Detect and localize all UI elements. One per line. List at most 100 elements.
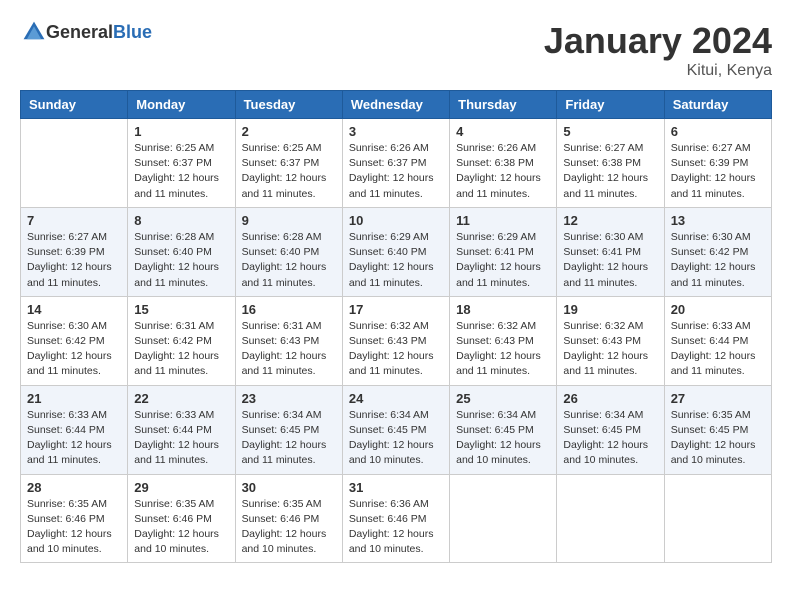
day-info: Sunrise: 6:35 AM Sunset: 6:46 PM Dayligh… [134,497,228,558]
table-row: 13 Sunrise: 6:30 AM Sunset: 6:42 PM Dayl… [664,207,771,296]
daylight-text: Daylight: 12 hours and 11 minutes. [563,261,648,288]
day-info: Sunrise: 6:26 AM Sunset: 6:38 PM Dayligh… [456,141,550,202]
daylight-text: Daylight: 12 hours and 11 minutes. [134,439,219,466]
day-number: 16 [242,302,336,317]
day-info: Sunrise: 6:35 AM Sunset: 6:45 PM Dayligh… [671,408,765,469]
sunset-text: Sunset: 6:44 PM [134,424,212,436]
day-number: 30 [242,480,336,495]
daylight-text: Daylight: 12 hours and 11 minutes. [563,172,648,199]
day-number: 21 [27,391,121,406]
col-friday: Friday [557,91,664,119]
daylight-text: Daylight: 12 hours and 11 minutes. [134,350,219,377]
sunrise-text: Sunrise: 6:30 AM [563,231,643,243]
day-number: 8 [134,213,228,228]
table-row: 23 Sunrise: 6:34 AM Sunset: 6:45 PM Dayl… [235,385,342,474]
daylight-text: Daylight: 12 hours and 11 minutes. [349,172,434,199]
col-monday: Monday [128,91,235,119]
day-number: 23 [242,391,336,406]
page-header: GeneralBlue January 2024 Kitui, Kenya [20,20,772,80]
daylight-text: Daylight: 12 hours and 10 minutes. [134,528,219,555]
sunrise-text: Sunrise: 6:34 AM [349,409,429,421]
day-info: Sunrise: 6:29 AM Sunset: 6:41 PM Dayligh… [456,230,550,291]
daylight-text: Daylight: 12 hours and 10 minutes. [456,439,541,466]
daylight-text: Daylight: 12 hours and 11 minutes. [27,439,112,466]
day-info: Sunrise: 6:28 AM Sunset: 6:40 PM Dayligh… [242,230,336,291]
table-row: 7 Sunrise: 6:27 AM Sunset: 6:39 PM Dayli… [21,207,128,296]
daylight-text: Daylight: 12 hours and 11 minutes. [134,172,219,199]
table-row: 16 Sunrise: 6:31 AM Sunset: 6:43 PM Dayl… [235,296,342,385]
table-row [21,119,128,208]
day-number: 27 [671,391,765,406]
day-info: Sunrise: 6:30 AM Sunset: 6:42 PM Dayligh… [671,230,765,291]
table-row: 14 Sunrise: 6:30 AM Sunset: 6:42 PM Dayl… [21,296,128,385]
table-row: 5 Sunrise: 6:27 AM Sunset: 6:38 PM Dayli… [557,119,664,208]
sunset-text: Sunset: 6:46 PM [242,513,320,525]
table-row: 19 Sunrise: 6:32 AM Sunset: 6:43 PM Dayl… [557,296,664,385]
calendar-week-1: 7 Sunrise: 6:27 AM Sunset: 6:39 PM Dayli… [21,207,772,296]
daylight-text: Daylight: 12 hours and 10 minutes. [349,439,434,466]
day-info: Sunrise: 6:34 AM Sunset: 6:45 PM Dayligh… [563,408,657,469]
table-row: 22 Sunrise: 6:33 AM Sunset: 6:44 PM Dayl… [128,385,235,474]
sunset-text: Sunset: 6:38 PM [456,157,534,169]
sunset-text: Sunset: 6:45 PM [349,424,427,436]
daylight-text: Daylight: 12 hours and 11 minutes. [27,350,112,377]
sunrise-text: Sunrise: 6:31 AM [134,320,214,332]
day-number: 5 [563,124,657,139]
sunrise-text: Sunrise: 6:32 AM [563,320,643,332]
sunset-text: Sunset: 6:40 PM [349,246,427,258]
daylight-text: Daylight: 12 hours and 11 minutes. [671,261,756,288]
day-info: Sunrise: 6:32 AM Sunset: 6:43 PM Dayligh… [563,319,657,380]
daylight-text: Daylight: 12 hours and 11 minutes. [27,261,112,288]
sunset-text: Sunset: 6:43 PM [563,335,641,347]
logo-general: General [46,22,113,42]
day-number: 15 [134,302,228,317]
day-info: Sunrise: 6:36 AM Sunset: 6:46 PM Dayligh… [349,497,443,558]
table-row: 11 Sunrise: 6:29 AM Sunset: 6:41 PM Dayl… [450,207,557,296]
sunrise-text: Sunrise: 6:29 AM [456,231,536,243]
sunset-text: Sunset: 6:39 PM [27,246,105,258]
daylight-text: Daylight: 12 hours and 10 minutes. [671,439,756,466]
sunset-text: Sunset: 6:42 PM [671,246,749,258]
table-row: 10 Sunrise: 6:29 AM Sunset: 6:40 PM Dayl… [342,207,449,296]
sunrise-text: Sunrise: 6:33 AM [27,409,107,421]
sunset-text: Sunset: 6:43 PM [456,335,534,347]
daylight-text: Daylight: 12 hours and 10 minutes. [242,528,327,555]
daylight-text: Daylight: 12 hours and 11 minutes. [349,350,434,377]
table-row: 27 Sunrise: 6:35 AM Sunset: 6:45 PM Dayl… [664,385,771,474]
day-number: 29 [134,480,228,495]
table-row: 3 Sunrise: 6:26 AM Sunset: 6:37 PM Dayli… [342,119,449,208]
day-number: 31 [349,480,443,495]
day-number: 12 [563,213,657,228]
day-info: Sunrise: 6:28 AM Sunset: 6:40 PM Dayligh… [134,230,228,291]
sunrise-text: Sunrise: 6:30 AM [671,231,751,243]
day-info: Sunrise: 6:29 AM Sunset: 6:40 PM Dayligh… [349,230,443,291]
sunrise-text: Sunrise: 6:25 AM [242,142,322,154]
table-row: 29 Sunrise: 6:35 AM Sunset: 6:46 PM Dayl… [128,474,235,563]
day-info: Sunrise: 6:27 AM Sunset: 6:39 PM Dayligh… [671,141,765,202]
calendar-table: Sunday Monday Tuesday Wednesday Thursday… [20,90,772,563]
sunrise-text: Sunrise: 6:34 AM [456,409,536,421]
table-row: 9 Sunrise: 6:28 AM Sunset: 6:40 PM Dayli… [235,207,342,296]
daylight-text: Daylight: 12 hours and 11 minutes. [349,261,434,288]
day-info: Sunrise: 6:33 AM Sunset: 6:44 PM Dayligh… [134,408,228,469]
table-row: 18 Sunrise: 6:32 AM Sunset: 6:43 PM Dayl… [450,296,557,385]
sunset-text: Sunset: 6:44 PM [27,424,105,436]
day-number: 25 [456,391,550,406]
day-info: Sunrise: 6:33 AM Sunset: 6:44 PM Dayligh… [671,319,765,380]
sunrise-text: Sunrise: 6:28 AM [242,231,322,243]
table-row: 24 Sunrise: 6:34 AM Sunset: 6:45 PM Dayl… [342,385,449,474]
sunset-text: Sunset: 6:45 PM [456,424,534,436]
sunrise-text: Sunrise: 6:29 AM [349,231,429,243]
day-number: 13 [671,213,765,228]
logo-blue: Blue [113,22,152,42]
sunset-text: Sunset: 6:40 PM [134,246,212,258]
day-number: 9 [242,213,336,228]
calendar-week-3: 21 Sunrise: 6:33 AM Sunset: 6:44 PM Dayl… [21,385,772,474]
day-info: Sunrise: 6:34 AM Sunset: 6:45 PM Dayligh… [242,408,336,469]
sunset-text: Sunset: 6:44 PM [671,335,749,347]
table-row: 26 Sunrise: 6:34 AM Sunset: 6:45 PM Dayl… [557,385,664,474]
day-number: 3 [349,124,443,139]
table-row: 15 Sunrise: 6:31 AM Sunset: 6:42 PM Dayl… [128,296,235,385]
daylight-text: Daylight: 12 hours and 11 minutes. [242,261,327,288]
day-info: Sunrise: 6:32 AM Sunset: 6:43 PM Dayligh… [456,319,550,380]
